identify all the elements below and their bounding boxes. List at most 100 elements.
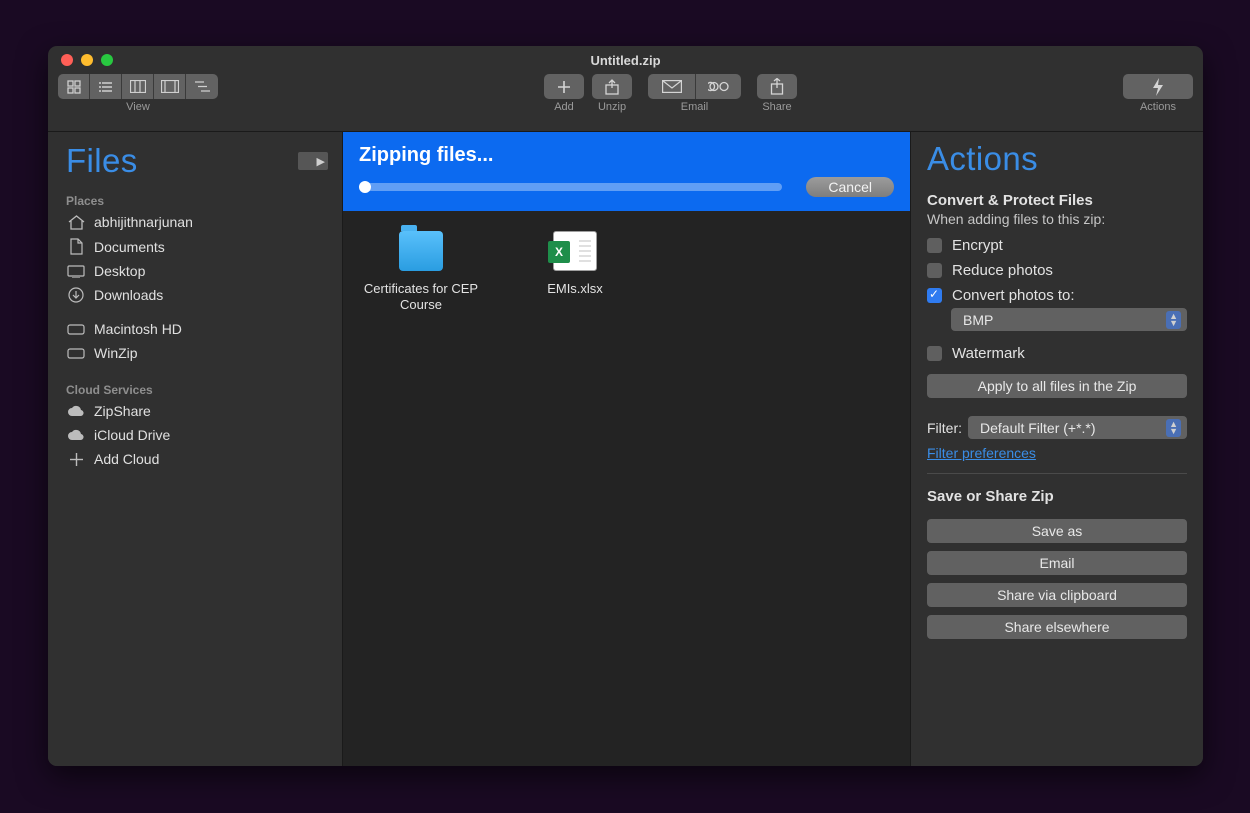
link-button[interactable]	[696, 74, 741, 99]
window-title: Untitled.zip	[48, 53, 1203, 68]
convert-photos-checkbox[interactable]	[927, 288, 942, 303]
tree-icon	[194, 80, 210, 93]
progress-banner: Zipping files... Cancel	[343, 132, 910, 211]
folder-icon	[399, 231, 443, 271]
convert-photos-label: Convert photos to:	[952, 287, 1075, 304]
convert-format-value: BMP	[963, 312, 993, 328]
encrypt-checkbox[interactable]	[927, 238, 942, 253]
sidebar-item-winzip[interactable]: WinZip	[48, 341, 342, 365]
places-header: Places	[48, 188, 342, 210]
cloud-icon	[66, 405, 86, 417]
file-item-folder[interactable]: Certificates for CEP Course	[357, 231, 485, 314]
app-window: Untitled.zip View	[48, 46, 1203, 766]
chevron-updown-icon: ▲▼	[1166, 419, 1181, 437]
view-gallery-button[interactable]	[154, 74, 186, 99]
plus-icon	[557, 80, 571, 94]
sidebar-item-label: Desktop	[94, 263, 145, 279]
excel-file-icon: X	[553, 231, 597, 271]
sidebar-item-label: Documents	[94, 239, 165, 255]
view-tree-button[interactable]	[186, 74, 218, 99]
share-button[interactable]	[757, 74, 797, 99]
documents-icon	[66, 238, 86, 255]
sidebar-item-label: Downloads	[94, 287, 163, 303]
encrypt-label: Encrypt	[952, 237, 1003, 254]
view-grid-button[interactable]	[58, 74, 90, 99]
grid-icon	[67, 80, 81, 94]
sidebar-item-icloud[interactable]: iCloud Drive	[48, 423, 342, 447]
sidebar-item-desktop[interactable]: Desktop	[48, 259, 342, 283]
unzip-button[interactable]	[592, 74, 632, 99]
sidebar-item-zipshare[interactable]: ZipShare	[48, 399, 342, 423]
sidebar-item-label: Add Cloud	[94, 451, 159, 467]
divider	[927, 473, 1187, 474]
progress-track	[359, 183, 782, 191]
main-area: Zipping files... Cancel Certificates for…	[343, 132, 910, 766]
share-clipboard-button[interactable]: Share via clipboard	[927, 583, 1187, 607]
save-as-button[interactable]: Save as	[927, 519, 1187, 543]
reduce-photos-checkbox[interactable]	[927, 263, 942, 278]
bolt-icon	[1151, 78, 1165, 96]
link-icon	[708, 81, 730, 92]
actions-title: Actions	[927, 140, 1187, 178]
share-icon	[770, 78, 784, 95]
actions-panel: Actions Convert & Protect Files When add…	[910, 132, 1203, 766]
chevron-updown-icon: ▲▼	[1166, 311, 1181, 329]
sidebar-item-label: WinZip	[94, 345, 138, 361]
sidebar-title: Files	[66, 142, 138, 180]
sidebar-item-documents[interactable]: Documents	[48, 234, 342, 259]
apply-all-button[interactable]: Apply to all files in the Zip	[927, 374, 1187, 398]
email-label: Email	[681, 101, 709, 113]
convert-hint: When adding files to this zip:	[927, 211, 1187, 227]
view-columns-button[interactable]	[122, 74, 154, 99]
home-icon	[66, 215, 86, 230]
add-button[interactable]	[544, 74, 584, 99]
file-item-excel[interactable]: X EMIs.xlsx	[511, 231, 639, 297]
filter-value: Default Filter (+*.*)	[980, 420, 1096, 436]
actions-toolbar-label: Actions	[1140, 101, 1176, 113]
email-button[interactable]	[648, 74, 696, 99]
cloud-icon	[66, 429, 86, 441]
sidebar-item-label: ZipShare	[94, 403, 151, 419]
sidebar-item-downloads[interactable]: Downloads	[48, 283, 342, 307]
convert-format-select[interactable]: BMP ▲▼	[951, 308, 1187, 331]
sidebar-item-label: Macintosh HD	[94, 321, 182, 337]
list-icon	[99, 80, 113, 94]
sidebar-item-label: abhijithnarjunan	[94, 214, 193, 230]
sidebar-collapse-toggle[interactable]: ▶	[298, 152, 328, 170]
unzip-label: Unzip	[598, 101, 626, 113]
sidebar-item-macintosh-hd[interactable]: Macintosh HD	[48, 317, 342, 341]
toolbar: View Add Unzip Email	[48, 74, 1203, 132]
convert-header: Convert & Protect Files	[927, 192, 1187, 209]
view-list-button[interactable]	[90, 74, 122, 99]
sidebar-item-label: iCloud Drive	[94, 427, 170, 443]
sidebar-item-home[interactable]: abhijithnarjunan	[48, 210, 342, 234]
plus-icon	[66, 453, 86, 466]
drive-icon	[66, 324, 86, 335]
progress-title: Zipping files...	[359, 144, 894, 167]
filter-label: Filter:	[927, 420, 962, 436]
email-zip-button[interactable]: Email	[927, 551, 1187, 575]
share-header: Save or Share Zip	[927, 488, 1187, 505]
downloads-icon	[66, 287, 86, 303]
sidebar-item-add-cloud[interactable]: Add Cloud	[48, 447, 342, 471]
titlebar: Untitled.zip	[48, 46, 1203, 74]
share-elsewhere-button[interactable]: Share elsewhere	[927, 615, 1187, 639]
watermark-checkbox[interactable]	[927, 346, 942, 361]
add-label: Add	[554, 101, 574, 113]
sidebar: Files ▶ Places abhijithnarjunan Document…	[48, 132, 343, 766]
cancel-button[interactable]: Cancel	[806, 177, 894, 197]
file-label: EMIs.xlsx	[511, 281, 639, 297]
envelope-icon	[662, 80, 682, 93]
actions-button[interactable]	[1123, 74, 1193, 99]
desktop-icon	[66, 265, 86, 278]
columns-icon	[130, 80, 146, 93]
unzip-icon	[604, 79, 620, 95]
reduce-photos-label: Reduce photos	[952, 262, 1053, 279]
filter-preferences-link[interactable]: Filter preferences	[927, 445, 1036, 461]
filter-select[interactable]: Default Filter (+*.*) ▲▼	[968, 416, 1187, 439]
chevron-right-icon: ▶	[317, 155, 325, 168]
share-label: Share	[762, 101, 791, 113]
file-label: Certificates for CEP Course	[357, 281, 485, 314]
drive-icon	[66, 348, 86, 359]
view-label: View	[126, 101, 150, 113]
